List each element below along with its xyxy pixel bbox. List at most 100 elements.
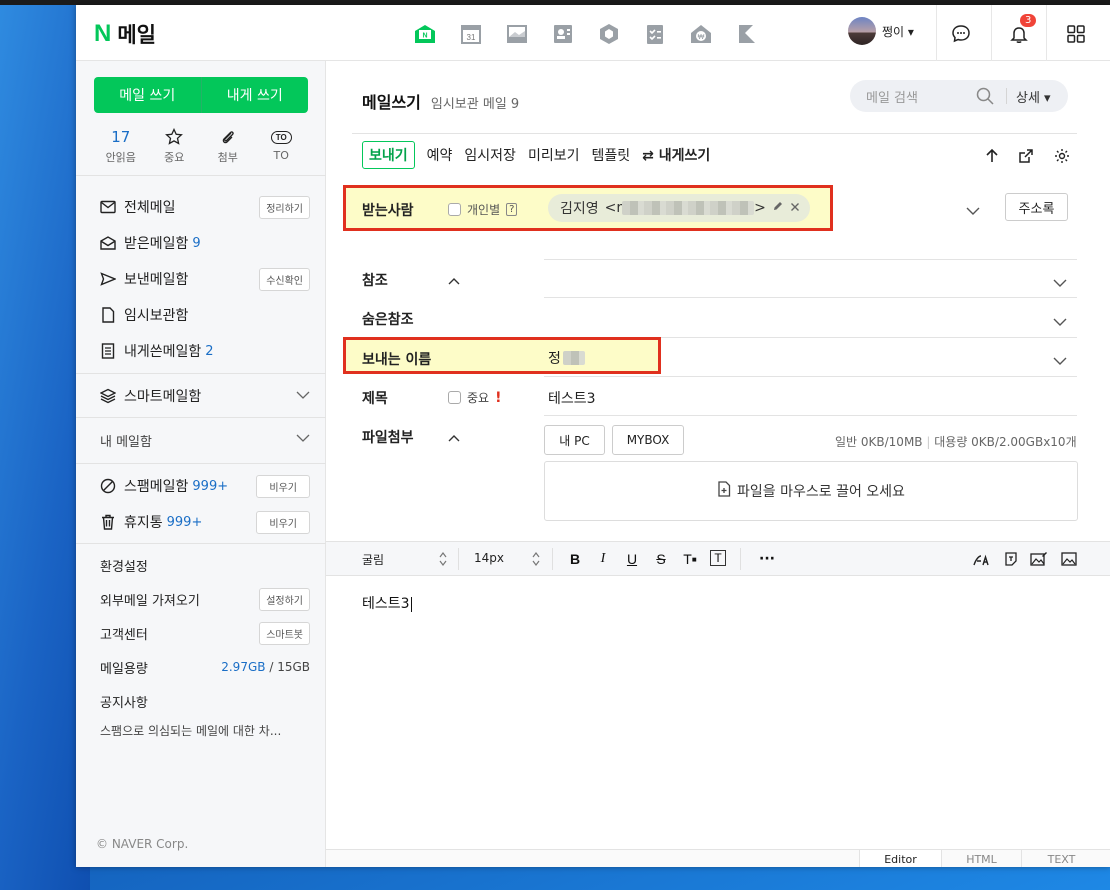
calendar-icon[interactable]: 31 [458, 21, 484, 47]
font-family-select[interactable]: 굴림 [362, 551, 384, 568]
mybox-button[interactable]: MYBOX [612, 425, 684, 455]
chat-icon[interactable] [948, 21, 974, 47]
more-options-icon[interactable]: ··· [758, 550, 776, 568]
my-mailbox[interactable]: 내 메일함 [100, 428, 310, 452]
search-detail-button[interactable]: 상세 ▾ [1016, 87, 1051, 106]
chevron-up-icon[interactable] [448, 272, 460, 291]
image-edit-icon[interactable] [1030, 550, 1048, 568]
text-caret [410, 596, 412, 612]
chevron-down-icon[interactable] [296, 388, 310, 404]
folder-self-sent[interactable]: 내게쓴메일함 2 [100, 339, 310, 363]
chevron-down-icon[interactable] [1053, 351, 1067, 370]
folder-drafts[interactable]: 임시보관함 [100, 303, 310, 327]
search-input[interactable]: 메일 검색 [866, 87, 918, 106]
spellcheck-icon[interactable] [972, 550, 990, 568]
image-icon[interactable] [1060, 550, 1078, 568]
chevron-down-icon[interactable] [1053, 312, 1067, 331]
photo-icon[interactable] [504, 21, 530, 47]
address-book-button[interactable]: 주소록 [1005, 193, 1068, 221]
grid-menu-icon[interactable] [1063, 21, 1089, 47]
empty-spam-button[interactable]: 비우기 [256, 474, 310, 498]
important-filter[interactable]: 중요 [148, 127, 202, 165]
arrow-up-icon[interactable] [983, 147, 1001, 165]
settings-link[interactable]: 환경설정 [100, 553, 310, 577]
read-receipt-button[interactable]: 수신확인 [259, 267, 310, 291]
my-pc-button[interactable]: 내 PC [544, 425, 605, 455]
unread-filter[interactable]: 17 안읽음 [94, 127, 148, 165]
text-color-icon[interactable]: T ■ [681, 550, 699, 568]
individual-checkbox[interactable] [448, 203, 461, 216]
mode-text-tab[interactable]: TEXT [1021, 850, 1101, 867]
important-checkbox[interactable] [448, 391, 461, 404]
important-option[interactable]: 중요 ! [448, 389, 501, 406]
empty-trash-button[interactable]: 비우기 [256, 510, 310, 534]
to-icon: TO [255, 127, 309, 147]
write-to-self-button[interactable]: 내게 쓰기 [202, 77, 309, 113]
font-stepper-icon[interactable] [438, 550, 448, 572]
remove-recipient-icon[interactable] [790, 200, 800, 216]
external-mail-link[interactable]: 외부메일 가져오기 설정하기 [100, 587, 310, 611]
schedule-button[interactable]: 예약 [427, 145, 453, 165]
settings-gear-icon[interactable] [1053, 147, 1071, 165]
switch-to-self-button[interactable]: ⇄ 내게쓰기 [642, 145, 710, 165]
box-icon[interactable] [596, 21, 622, 47]
help-icon[interactable]: ? [506, 203, 518, 216]
smartbot-button[interactable]: 스마트봇 [259, 621, 310, 645]
file-drop-zone[interactable]: 파일을 마우스로 끌어 오세요 [544, 461, 1078, 521]
editor-body[interactable]: 테스트3 [362, 593, 412, 613]
folder-spam[interactable]: 스팸메일함 999+ 비우기 [100, 474, 310, 498]
mail-app-icon[interactable]: N [412, 21, 438, 47]
send-button[interactable]: 보내기 [362, 141, 415, 169]
compose-button[interactable]: 메일 쓰기 [94, 77, 202, 113]
subject-input[interactable]: 테스트3 [548, 388, 596, 408]
font-size-select[interactable]: 14px [474, 551, 504, 565]
paperclip-icon [201, 127, 255, 147]
recipient-chip[interactable]: 김지영 <r > [548, 194, 810, 222]
shortcut-icon[interactable] [734, 21, 760, 47]
preview-button[interactable]: 미리보기 [528, 145, 580, 165]
search-icon[interactable] [976, 87, 994, 109]
strikethrough-icon[interactable]: S [652, 550, 670, 568]
italic-icon[interactable]: I [594, 550, 612, 568]
chevron-down-icon[interactable] [1053, 273, 1067, 292]
individual-send-option[interactable]: 개인별 ? [448, 201, 518, 218]
underline-icon[interactable]: U [623, 550, 641, 568]
chevron-up-icon[interactable] [448, 429, 460, 448]
folder-inbox[interactable]: 받은메일함 9 [100, 231, 310, 255]
emoticon-icon[interactable] [1002, 550, 1020, 568]
attachment-filter[interactable]: 첨부 [201, 127, 255, 165]
important-label: 중요 [467, 391, 490, 405]
notice-link[interactable]: 스팸으로 의심되는 메일에 대한 차... [100, 718, 310, 742]
folder-all-mail[interactable]: 전체메일 정리하기 [100, 195, 310, 219]
smart-mailbox[interactable]: 스마트메일함 [100, 384, 310, 408]
organize-button[interactable]: 정리하기 [259, 195, 310, 219]
drafts-link[interactable]: 임시보관 메일 9 [431, 93, 519, 112]
folder-trash[interactable]: 휴지통 999+ 비우기 [100, 510, 310, 534]
support-link[interactable]: 고객센터 스마트봇 [100, 621, 310, 645]
bold-icon[interactable]: B [566, 550, 584, 568]
size-stepper-icon[interactable] [531, 550, 541, 572]
save-draft-button[interactable]: 임시저장 [464, 145, 516, 165]
edit-pencil-icon[interactable] [772, 200, 784, 216]
svg-text:₩: ₩ [698, 34, 705, 41]
note-icon [100, 343, 116, 359]
template-button[interactable]: 템플릿 [591, 145, 630, 165]
text-background-icon[interactable]: T [710, 550, 726, 566]
naver-mail-logo[interactable]: N 메일 [94, 19, 156, 49]
contacts-icon[interactable] [550, 21, 576, 47]
to-me-filter[interactable]: TO TO [255, 127, 309, 165]
chevron-down-icon[interactable] [966, 201, 980, 220]
memo-icon[interactable] [642, 21, 668, 47]
notice-title: 공지사항 [100, 695, 148, 711]
mode-html-tab[interactable]: HTML [941, 850, 1021, 867]
sender-name-field[interactable]: 정 [548, 348, 585, 368]
user-profile-menu[interactable]: 쩡이 ▾ [848, 17, 914, 45]
chevron-down-icon[interactable] [296, 432, 310, 447]
block-icon [100, 478, 116, 494]
popout-icon[interactable] [1017, 147, 1035, 165]
setup-button[interactable]: 설정하기 [259, 587, 310, 611]
pay-icon[interactable]: ₩ [688, 21, 714, 47]
folder-sent[interactable]: 보낸메일함 수신확인 [100, 267, 310, 291]
mode-editor-tab[interactable]: Editor [859, 850, 941, 867]
field-divider [544, 259, 1077, 260]
